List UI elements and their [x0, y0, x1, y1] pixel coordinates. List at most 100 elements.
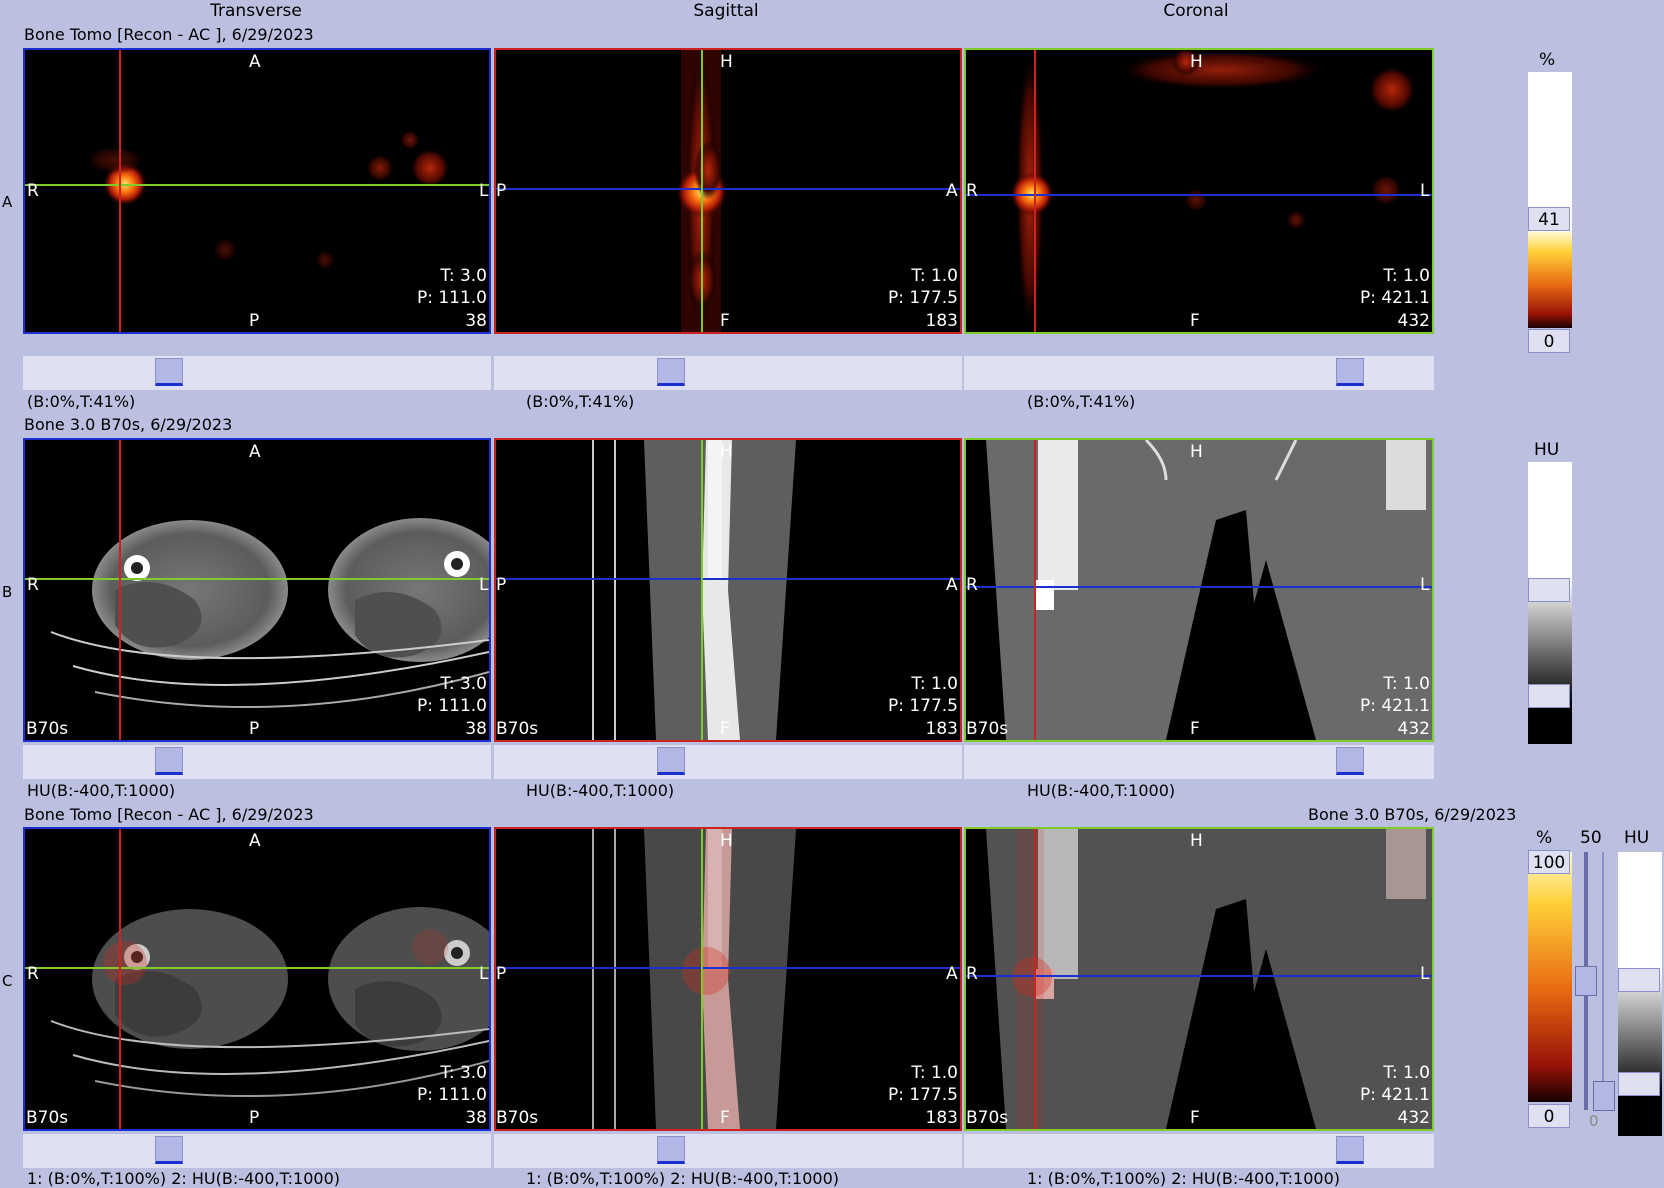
orient-bottom: F [1190, 311, 1200, 331]
kernel-label: B70s [496, 719, 539, 739]
slice-number: 38 [465, 719, 487, 739]
position-label: P: 421.1 [1359, 696, 1430, 716]
orient-top: H [1190, 52, 1203, 72]
orient-top: A [249, 831, 261, 851]
thickness-label: T: 1.0 [911, 1063, 958, 1083]
lut-c-pct-unit: % [1536, 828, 1553, 848]
column-header-coronal: Coronal [1163, 1, 1229, 21]
orient-bottom: F [720, 311, 730, 331]
scroll-thumb[interactable] [155, 358, 183, 386]
kernel-label: B70s [966, 1108, 1009, 1128]
lut-c-bottom-value[interactable]: 0 [1528, 1104, 1570, 1128]
viewport-c-sagittal[interactable]: H F P A B70s T: 1.0 P: 177.5 183 [494, 827, 962, 1131]
scrollbar-a-sagittal[interactable] [494, 356, 962, 390]
slice-number: 38 [465, 311, 487, 331]
viewport-a-coronal[interactable]: H F R L T: 1.0 P: 421.1 432 [964, 48, 1434, 334]
slice-number: 432 [1397, 719, 1430, 739]
crosshair-vertical [701, 440, 703, 740]
scrollbar-b-coronal[interactable] [964, 745, 1434, 779]
window-level-b-transverse: HU(B:-400,T:1000) [27, 781, 176, 800]
scroll-thumb[interactable] [1336, 1136, 1364, 1164]
row-c-title: Bone Tomo [Recon - AC ], 6/29/2023 [24, 805, 314, 824]
scrollbar-a-transverse[interactable] [23, 356, 491, 390]
scroll-thumb[interactable] [155, 747, 183, 775]
crosshair-horizontal [496, 967, 960, 969]
thickness-label: T: 3.0 [440, 266, 487, 286]
lut-a-colorbar[interactable] [1528, 72, 1572, 328]
orient-top: H [720, 442, 733, 462]
kernel-label: B70s [496, 1108, 539, 1128]
orient-bottom: P [249, 1108, 260, 1128]
orient-right: L [479, 964, 489, 984]
crosshair-vertical [701, 829, 703, 1129]
window-level-b-coronal: HU(B:-400,T:1000) [1027, 781, 1176, 800]
lut-a-top-value[interactable]: 41 [1528, 207, 1570, 231]
slice-number: 183 [925, 1108, 958, 1128]
thickness-label: T: 1.0 [911, 674, 958, 694]
scrollbar-c-transverse[interactable] [23, 1134, 491, 1168]
viewport-b-coronal[interactable]: H F R L B70s T: 1.0 P: 421.1 432 [964, 438, 1434, 742]
crosshair-horizontal [25, 967, 489, 969]
orient-bottom: P [249, 311, 260, 331]
scroll-thumb[interactable] [657, 1136, 685, 1164]
scroll-thumb[interactable] [657, 358, 685, 386]
slice-number: 38 [465, 1108, 487, 1128]
scroll-thumb[interactable] [1336, 358, 1364, 386]
kernel-label: B70s [26, 719, 69, 739]
blend-slider-thumb[interactable] [1575, 966, 1597, 996]
slice-number: 432 [1397, 311, 1430, 331]
lut-b-bottom-handle[interactable] [1528, 684, 1570, 708]
crosshair-vertical [701, 50, 703, 332]
scrollbar-a-coronal[interactable] [964, 356, 1434, 390]
row-a-letter: A [2, 193, 13, 211]
orient-bottom: F [720, 719, 730, 739]
row-c-title-right: Bone 3.0 B70s, 6/29/2023 [1308, 805, 1517, 824]
thickness-label: T: 3.0 [440, 1063, 487, 1083]
crosshair-vertical [1034, 440, 1036, 740]
orient-top: A [249, 52, 261, 72]
window-level-b-sagittal: HU(B:-400,T:1000) [526, 781, 675, 800]
crosshair-vertical [1034, 50, 1036, 332]
orient-right: L [1420, 181, 1430, 201]
window-level-c-sagittal: 1: (B:0%,T:100%) 2: HU(B:-400,T:1000) [526, 1169, 839, 1188]
viewport-a-transverse[interactable]: A P R L T: 3.0 P: 111.0 38 [23, 48, 491, 334]
orient-right: A [946, 575, 958, 595]
position-label: P: 177.5 [887, 288, 958, 308]
viewport-b-transverse[interactable]: A P R L B70s T: 3.0 P: 111.0 38 [23, 438, 491, 742]
lut-b-top-handle[interactable] [1528, 578, 1570, 602]
viewport-a-sagittal[interactable]: H F P A T: 1.0 P: 177.5 183 [494, 48, 962, 334]
scrollbar-b-sagittal[interactable] [494, 745, 962, 779]
scrollbar-c-coronal[interactable] [964, 1134, 1434, 1168]
lut-c-hu-top-handle[interactable] [1618, 968, 1660, 992]
orient-left: R [27, 964, 39, 984]
window-level-a-coronal: (B:0%,T:41%) [1027, 392, 1136, 411]
orient-left: R [27, 575, 39, 595]
column-header-sagittal: Sagittal [693, 1, 759, 21]
lut-c-colorbar[interactable] [1528, 852, 1572, 1102]
lut-c-hu-bottom-handle[interactable] [1618, 1072, 1660, 1096]
viewport-c-coronal[interactable]: H F R L B70s T: 1.0 P: 421.1 432 [964, 827, 1434, 1131]
viewport-c-transverse[interactable]: A P R L B70s T: 3.0 P: 111.0 38 [23, 827, 491, 1131]
crosshair-horizontal [496, 188, 960, 190]
scroll-thumb[interactable] [1336, 747, 1364, 775]
orient-left: P [496, 964, 507, 984]
position-label: P: 421.1 [1359, 288, 1430, 308]
scroll-thumb[interactable] [155, 1136, 183, 1164]
scrollbar-c-sagittal[interactable] [494, 1134, 962, 1168]
orient-bottom: F [1190, 1108, 1200, 1128]
viewport-b-sagittal[interactable]: H F P A B70s T: 1.0 P: 177.5 183 [494, 438, 962, 742]
scroll-thumb[interactable] [657, 747, 685, 775]
orient-left: R [27, 181, 39, 201]
orient-top: A [249, 442, 261, 462]
crosshair-horizontal [496, 578, 960, 580]
orient-right: L [1420, 575, 1430, 595]
blend-slider-thumb-2[interactable] [1593, 1081, 1615, 1111]
lut-c-top-value[interactable]: 100 [1528, 850, 1570, 874]
thickness-label: T: 3.0 [440, 674, 487, 694]
scrollbar-b-transverse[interactable] [23, 745, 491, 779]
lut-c-hu-unit: HU [1624, 828, 1650, 848]
orient-right: L [479, 575, 489, 595]
orient-left: R [966, 964, 978, 984]
row-c-letter: C [2, 972, 13, 990]
lut-a-bottom-value[interactable]: 0 [1528, 329, 1570, 353]
